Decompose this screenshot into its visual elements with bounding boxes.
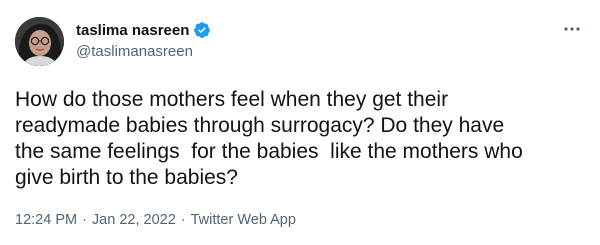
author-handle[interactable]: @taslimanasreen — [76, 43, 193, 60]
meta-separator: · — [180, 212, 186, 228]
meta-separator: · — [82, 212, 87, 228]
tweet-text: How do those mothers feel when they get … — [15, 88, 523, 189]
author-name-row: taslima nasreen — [76, 21, 211, 39]
verified-badge-icon — [193, 21, 211, 39]
profile-photo-icon — [15, 17, 64, 66]
author-display-name[interactable]: taslima nasreen — [76, 22, 189, 39]
tweet-source[interactable]: Twitter Web App — [191, 212, 296, 228]
more-icon[interactable] — [561, 22, 583, 34]
tweet-metadata: 12:24 PM · Jan 22, 2022 · Twitter Web App — [15, 212, 296, 228]
tweet-date[interactable]: Jan 22, 2022 — [92, 212, 176, 228]
tweet-time[interactable]: 12:24 PM — [15, 212, 77, 228]
tweet-card: taslima nasreen @taslimanasreen How do t… — [0, 0, 600, 245]
avatar[interactable] — [15, 17, 64, 66]
